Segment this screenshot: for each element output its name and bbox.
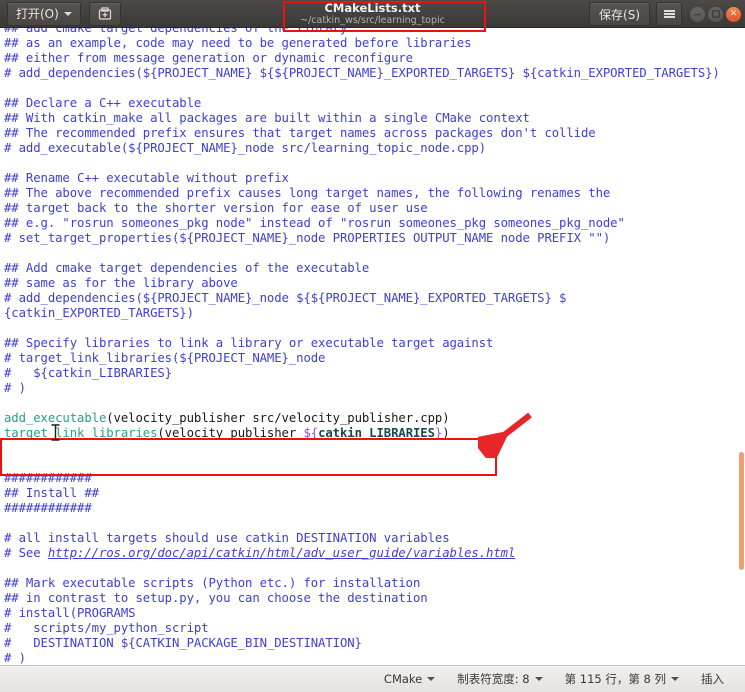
open-button-label: 打开(O) (16, 7, 59, 21)
open-file-button[interactable]: 打开(O) (7, 1, 81, 26)
minimize-icon[interactable] (690, 6, 705, 22)
status-insert-mode[interactable]: 插入 (690, 671, 735, 687)
status-insert-label: 插入 (701, 672, 724, 686)
status-language-label: CMake (383, 672, 423, 686)
save-button[interactable]: 保存(S) (589, 2, 650, 26)
chevron-down-icon (671, 677, 679, 681)
maximize-icon[interactable] (708, 6, 723, 22)
save-as-button[interactable] (88, 1, 121, 26)
vertical-scrollbar[interactable] (736, 28, 745, 665)
save-as-icon (98, 6, 111, 20)
window-subtitle-path: ~/catkin_ws/src/learning_topic (300, 15, 445, 26)
status-bar: CMake 制表符宽度: 8 第 115 行，第 8 列 插入 (0, 665, 745, 692)
status-cursor-position[interactable]: 第 115 行，第 8 列 (554, 671, 690, 687)
text-editor-area[interactable]: ## add cmake target dependencies of the … (0, 28, 745, 665)
hamburger-menu-button[interactable] (656, 2, 682, 26)
status-tab-width-label: 制表符宽度: 8 (457, 672, 530, 686)
status-tab-width-selector[interactable]: 制表符宽度: 8 (446, 671, 553, 687)
close-icon[interactable]: ✕ (726, 6, 741, 22)
source-code[interactable]: ## add cmake target dependencies of the … (4, 28, 720, 665)
hamburger-menu-icon (663, 9, 675, 20)
status-position-label: 第 115 行，第 8 列 (564, 672, 666, 686)
status-language-selector[interactable]: CMake (373, 672, 446, 686)
title-bar: 打开(O) CMakeLists.txt ~/catkin_ws/src/lea… (0, 0, 745, 32)
window-title: CMakeLists.txt (324, 1, 421, 15)
save-button-label: 保存(S) (599, 7, 640, 22)
chevron-down-icon (63, 11, 72, 16)
close-glyph: ✕ (729, 8, 738, 19)
titlebar-right-group: 保存(S) ✕ (589, 0, 741, 28)
scrollbar-thumb[interactable] (739, 452, 744, 570)
chevron-down-icon (427, 677, 436, 681)
window-controls: ✕ (690, 6, 741, 22)
chevron-down-icon (534, 677, 543, 681)
